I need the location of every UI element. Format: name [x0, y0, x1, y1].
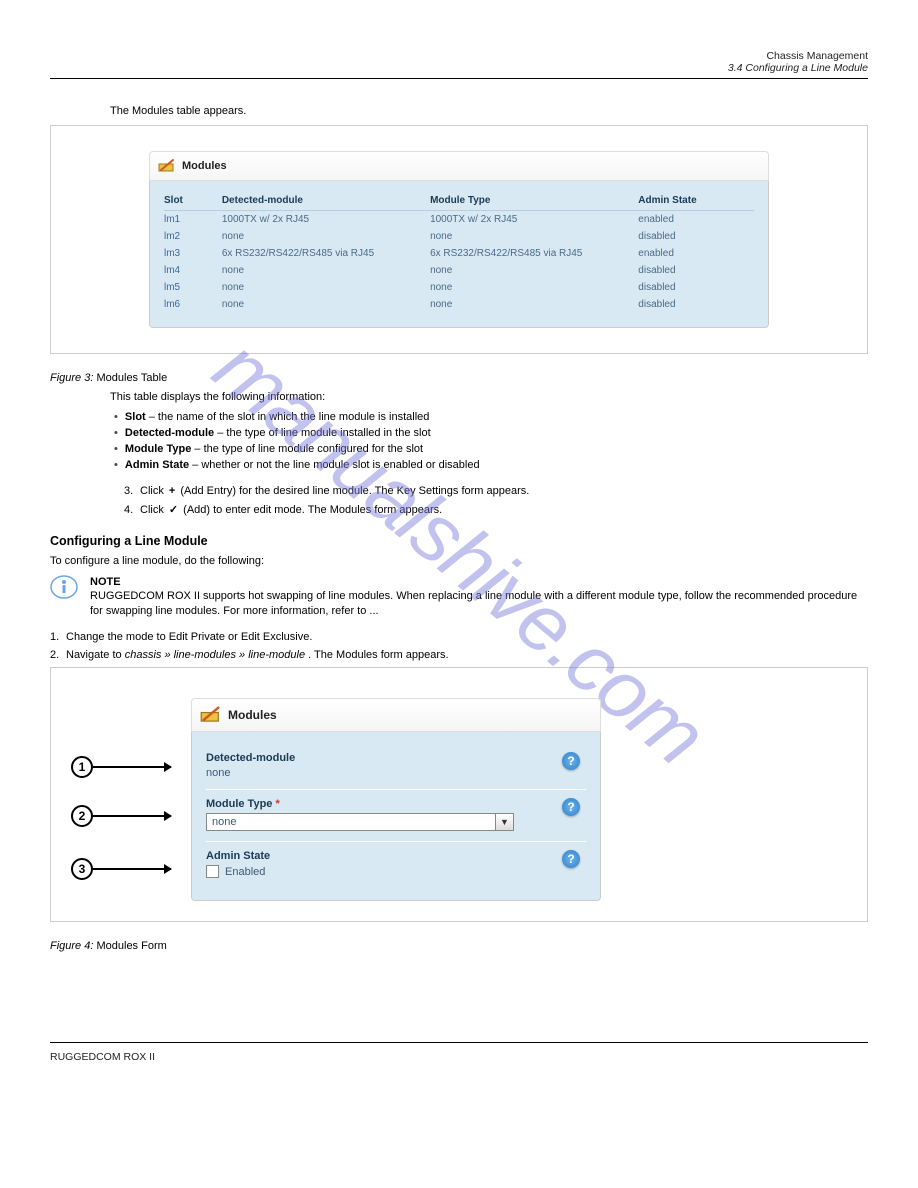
admin-state-label: Admin State: [206, 850, 586, 862]
figure-1-box: Modules Slot Detected-module Module Type…: [50, 125, 868, 354]
callout-2: 2: [71, 805, 93, 827]
callout-3: 3: [71, 858, 93, 880]
help-icon[interactable]: ?: [562, 798, 580, 816]
module-type-select[interactable]: none ▼: [206, 813, 586, 831]
footer-left: RUGGEDCOM ROX II: [50, 1051, 155, 1063]
note-body: RUGGEDCOM ROX II supports hot swapping o…: [90, 590, 857, 617]
field-admin-state: Admin State Enabled ?: [206, 841, 586, 888]
add-icon: ✓: [169, 504, 178, 516]
modules-table: Slot Detected-module Module Type Admin S…: [164, 191, 754, 313]
desc1: This table displays the following inform…: [110, 390, 868, 405]
col-detected: Detected-module: [222, 191, 430, 211]
section-heading: Configuring a Line Module: [50, 534, 868, 548]
help-icon[interactable]: ?: [562, 752, 580, 770]
enabled-label: Enabled: [225, 866, 265, 878]
detected-module-value: none: [206, 767, 586, 779]
steps-after-table: 3.Click + (Add Entry) for the desired li…: [110, 485, 868, 516]
list-item: Module Type – the type of line module co…: [114, 443, 868, 455]
callout-1: 1: [71, 756, 93, 778]
panel1-title: Modules: [182, 160, 227, 172]
intro-text: The Modules table appears.: [110, 104, 868, 119]
procedure-steps: 1.Change the mode to Edit Private or Edi…: [50, 631, 868, 661]
module-type-label: Module Type: [206, 798, 272, 810]
module-icon: [200, 705, 222, 725]
section-intro: To configure a line module, do the follo…: [50, 554, 868, 569]
list-item: Detected-module – the type of line modul…: [114, 427, 868, 439]
list-item: Admin State – whether or not the line mo…: [114, 459, 868, 471]
add-icon: +: [169, 485, 175, 497]
table-row[interactable]: lm36x RS232/RS422/RS485 via RJ456x RS232…: [164, 245, 754, 262]
page-footer: RUGGEDCOM ROX II: [50, 1042, 868, 1063]
note-head: NOTE: [90, 576, 121, 588]
col-slot: Slot: [164, 191, 222, 211]
detected-module-label: Detected-module: [206, 752, 586, 764]
help-icon[interactable]: ?: [562, 850, 580, 868]
figure2-caption: Figure 4: Modules Form: [50, 940, 868, 952]
panel2: Modules Detected-module none ? Module Ty…: [191, 698, 601, 901]
step-item: 1.Change the mode to Edit Private or Edi…: [50, 631, 868, 643]
note-icon: [50, 575, 78, 599]
table-row[interactable]: lm6nonenonedisabled: [164, 296, 754, 313]
header-right-top: Chassis Management: [50, 50, 868, 62]
note-block: NOTE RUGGEDCOM ROX II supports hot swapp…: [50, 575, 868, 620]
header-section-line: 3.4 Configuring a Line Module: [50, 62, 868, 74]
table-row[interactable]: lm2nonenonedisabled: [164, 228, 754, 245]
chevron-down-icon[interactable]: ▼: [496, 813, 514, 831]
list-item: Slot – the name of the slot in which the…: [114, 411, 868, 423]
top-divider: [50, 78, 868, 79]
field-module-type: Module Type * none ▼ ?: [206, 789, 586, 841]
field-detected-module: Detected-module none ?: [206, 744, 586, 789]
module-type-value: none: [206, 813, 496, 831]
step-item: 3.Click + (Add Entry) for the desired li…: [124, 485, 868, 497]
module-icon: [158, 158, 176, 174]
panel2-title: Modules: [228, 708, 277, 722]
figure1-caption: Figure 3: Modules Table: [50, 372, 868, 384]
table-row[interactable]: lm4nonenonedisabled: [164, 262, 754, 279]
enabled-checkbox[interactable]: [206, 865, 219, 878]
panel1-body: Slot Detected-module Module Type Admin S…: [149, 181, 769, 328]
col-type: Module Type: [430, 191, 638, 211]
step-item: 2.Navigate to chassis » line-modules » l…: [50, 649, 868, 661]
callouts: 1 2 3: [71, 750, 191, 920]
table-row[interactable]: lm5nonenonedisabled: [164, 279, 754, 296]
info-bullets: Slot – the name of the slot in which the…: [110, 411, 868, 471]
figure-2-box: Modules Detected-module none ? Module Ty…: [50, 667, 868, 922]
col-state: Admin State: [638, 191, 754, 211]
panel2-header: Modules: [191, 698, 601, 732]
table-row[interactable]: lm11000TX w/ 2x RJ451000TX w/ 2x RJ45ena…: [164, 210, 754, 228]
panel1-header: Modules: [149, 151, 769, 181]
step-item: 4.Click ✓ (Add) to enter edit mode. The …: [124, 503, 868, 516]
